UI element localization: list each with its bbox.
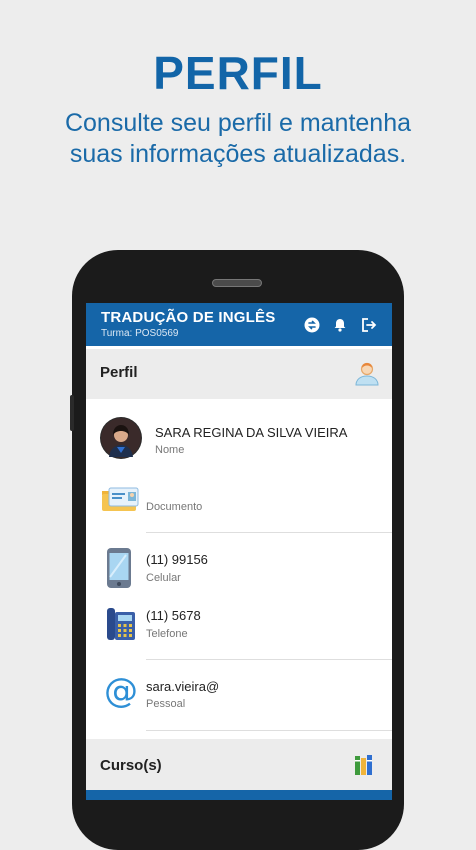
email-label: Pessoal xyxy=(146,698,186,710)
sync-icon[interactable] xyxy=(303,316,321,334)
courses-section-header[interactable]: Curso(s) xyxy=(86,739,392,791)
telephone-value: (11) 5678 xyxy=(146,608,201,623)
profile-section-header[interactable]: Perfil xyxy=(86,349,392,399)
divider xyxy=(146,532,392,533)
mobile-phone-icon xyxy=(107,548,131,588)
class-code: Turma: POS0569 xyxy=(101,328,179,339)
bell-icon[interactable] xyxy=(331,316,349,334)
email-value: sara.vieira@ xyxy=(146,679,220,694)
app-screen: TRADUÇÃO DE INGLÊS Turma: POS0569 Perfil xyxy=(86,303,392,800)
phone-speaker xyxy=(212,279,262,287)
name-label: Nome xyxy=(155,444,185,456)
document-label: Documento xyxy=(146,501,203,513)
name-value: SARA REGINA DA SILVA VIEIRA xyxy=(155,425,348,440)
phone-side-button xyxy=(70,395,74,431)
mobile-label: Celular xyxy=(146,572,181,584)
logout-icon[interactable] xyxy=(359,316,377,334)
promo-subtitle: Consulte seu perfil e mantenha suas info… xyxy=(0,108,476,170)
books-icon xyxy=(355,755,372,775)
telephone-label: Telefone xyxy=(146,628,188,640)
id-card-icon xyxy=(102,487,139,511)
user-profile-icon xyxy=(355,362,379,386)
divider xyxy=(146,659,392,660)
avatar xyxy=(100,417,142,459)
app-bar: TRADUÇÃO DE INGLÊS Turma: POS0569 xyxy=(86,303,392,346)
mobile-value: (11) 99156 xyxy=(146,552,208,567)
bottom-navigation-bar[interactable] xyxy=(86,790,392,800)
promo-title: PERFIL xyxy=(153,47,323,99)
promo-subtitle-line-2: suas informações atualizadas. xyxy=(69,140,407,168)
divider xyxy=(146,730,392,731)
promo-subtitle-line-1: Consulte seu perfil e mantenha xyxy=(64,109,412,137)
desk-phone-icon xyxy=(107,608,135,640)
at-sign-icon: @ xyxy=(104,671,138,711)
profile-section-title: Perfil xyxy=(100,364,138,381)
courses-section-title: Curso(s) xyxy=(100,757,162,774)
app-title: TRADUÇÃO DE INGLÊS xyxy=(101,309,276,326)
